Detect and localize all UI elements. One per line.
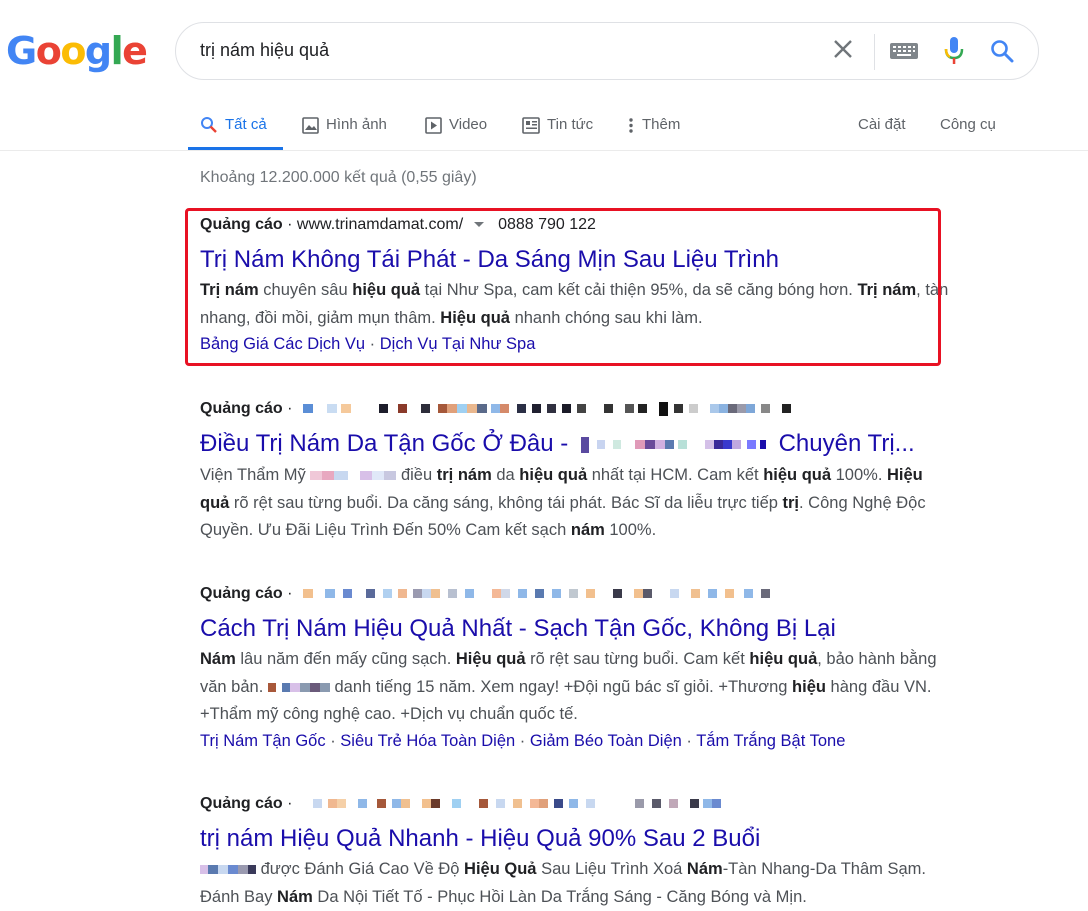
ad-label: Quảng cáo: [200, 400, 283, 417]
tab-label: Thêm: [642, 116, 681, 133]
tab-label: Video: [449, 116, 488, 133]
ad-meta: Quảng cáo ·: [200, 398, 960, 420]
ad-result: Quảng cáo · Cách Trị Nám Hiệu Quả Nhất -…: [200, 583, 960, 753]
tab-news[interactable]: Tin tức: [522, 113, 593, 137]
ad-title-text: Điều Trị Nám Da Tận Gốc Ở Đâu -: [200, 430, 575, 457]
tab-more[interactable]: Thêm: [627, 113, 680, 137]
sitelink[interactable]: Giảm Béo Toàn Diện: [530, 732, 682, 750]
news-icon: [522, 116, 540, 134]
sitelink[interactable]: Trị Nám Tận Gốc: [200, 732, 326, 750]
clear-icon[interactable]: [832, 38, 854, 60]
ad-description: Nám lâu năm đến mấy cũng sạch. Hiệu quả …: [200, 650, 937, 723]
video-icon: [425, 116, 442, 134]
more-vert-icon: [629, 117, 633, 133]
search-icon[interactable]: [990, 39, 1014, 63]
tab-label: Tin tức: [547, 116, 594, 133]
tab-all[interactable]: Tất cả: [200, 113, 267, 137]
image-icon: [302, 116, 319, 134]
ad-title-text: Chuyên Trị...: [778, 430, 915, 457]
ad-description: được Đánh Giá Cao Về Độ Hiệu Quả Sau Liệ…: [200, 860, 926, 906]
sitelink[interactable]: Tắm Trắng Bật Tone: [696, 732, 845, 750]
ad-result: Quảng cáo · trị nám Hiệu Quả Nhanh - Hiệ…: [200, 793, 960, 911]
ad-meta: Quảng cáo ·: [200, 583, 960, 605]
tools-link[interactable]: Công cụ: [940, 113, 996, 137]
tab-images[interactable]: Hình ảnh: [302, 113, 387, 137]
ad-title[interactable]: trị nám Hiệu Quả Nhanh - Hiệu Quả 90% Sa…: [200, 823, 960, 855]
ad-title[interactable]: Cách Trị Nám Hiệu Quả Nhất - Sạch Tận Gố…: [200, 613, 960, 645]
pixelated-brand: [310, 471, 397, 481]
tab-video[interactable]: Video: [425, 113, 487, 137]
google-logo[interactable]: Google: [6, 29, 148, 73]
pixelated-url: [312, 799, 721, 809]
search-divider: [874, 34, 875, 70]
ad-title[interactable]: Điều Trị Nám Da Tận Gốc Ở Đâu - Chuyên T…: [200, 428, 960, 460]
pixelated-brand: [580, 436, 766, 453]
tab-label: Tất cả: [225, 116, 267, 133]
pixelated-brand: [200, 865, 256, 875]
ad-label: Quảng cáo: [200, 585, 283, 602]
pixelated-brand: [267, 682, 330, 692]
ad-sitelinks: Trị Nám Tận Gốc · Siêu Trẻ Hóa Toàn Diện…: [200, 731, 846, 750]
microphone-icon[interactable]: [943, 36, 965, 66]
search-icon: [201, 117, 217, 133]
highlight-box: [185, 208, 941, 366]
tab-label: Hình ảnh: [326, 116, 387, 133]
ad-meta: Quảng cáo ·: [200, 793, 960, 815]
ad-result: Quảng cáo · Điều Trị Nám Da Tận Gốc Ở Đâ…: [200, 398, 960, 545]
search-input[interactable]: trị nám hiệu quả: [200, 37, 329, 63]
ad-label: Quảng cáo: [200, 795, 283, 812]
result-stats: Khoảng 12.200.000 kết quả (0,55 giây): [200, 169, 477, 186]
keyboard-icon[interactable]: [890, 43, 918, 59]
tabs-divider: [0, 150, 1088, 151]
sitelink[interactable]: Siêu Trẻ Hóa Toàn Diện: [340, 732, 515, 750]
pixelated-url: [302, 589, 770, 599]
settings-link[interactable]: Cài đặt: [858, 113, 906, 137]
pixelated-url: [302, 401, 791, 416]
ad-description: Viện Thẩm Mỹ điều trị nám da hiệu quả nh…: [200, 466, 926, 539]
